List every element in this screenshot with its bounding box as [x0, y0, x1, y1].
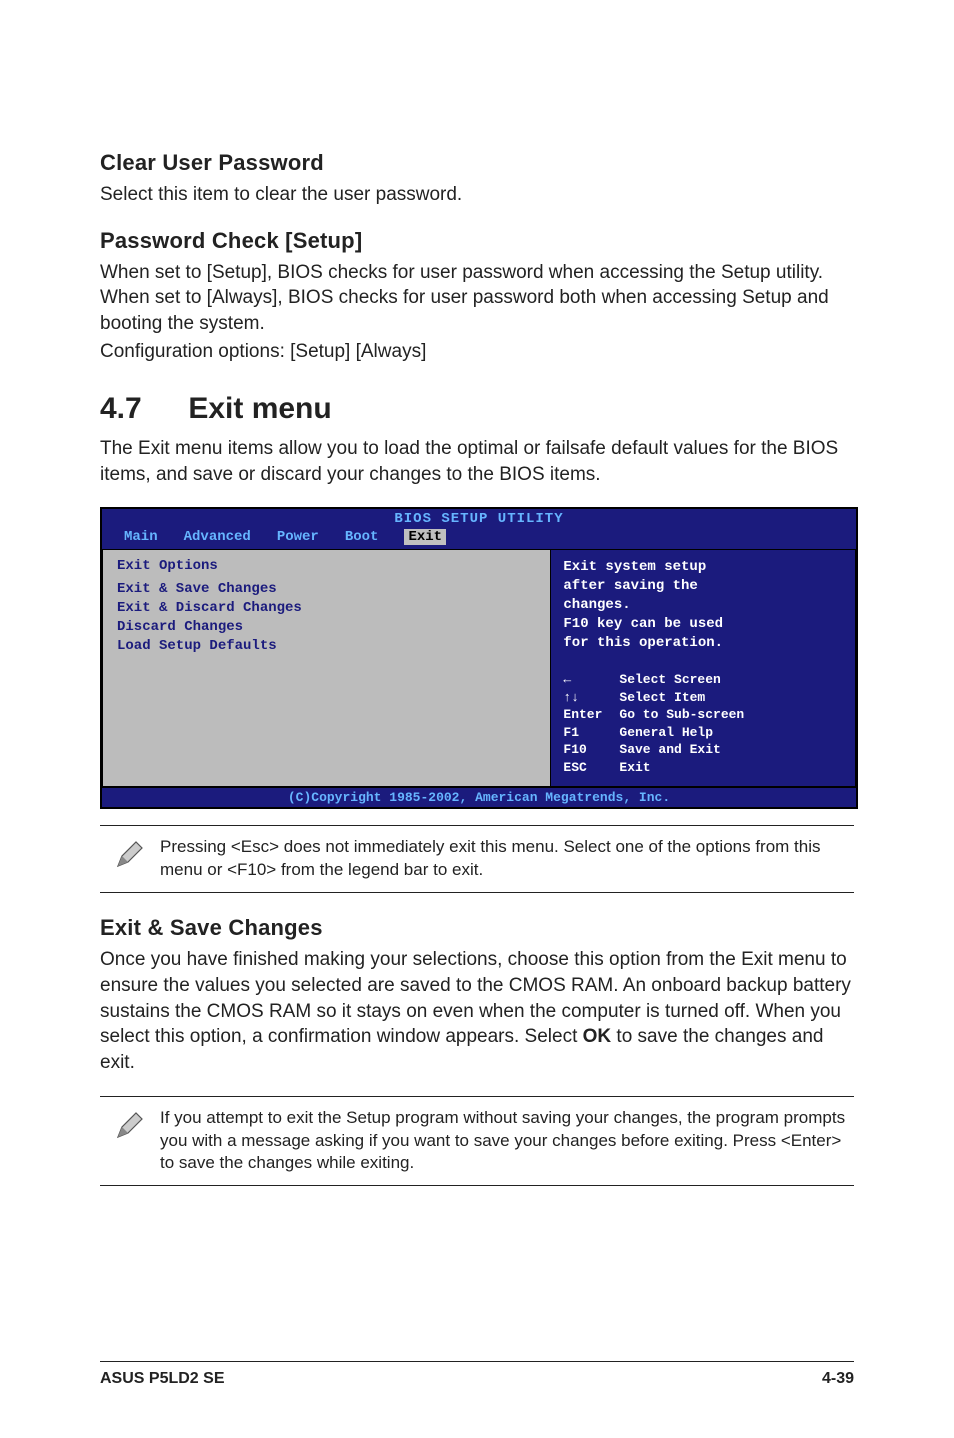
note-save-warning-text: If you attempt to exit the Setup program…: [160, 1107, 854, 1176]
bios-legend-key: F1: [563, 724, 619, 742]
bios-screenshot: BIOS SETUP UTILITY Main Advanced Power B…: [100, 507, 858, 809]
bios-item-exit-save[interactable]: Exit & Save Changes: [117, 580, 536, 599]
bios-legend-key: ↑↓: [563, 689, 619, 707]
bios-legend-val: Select Screen: [619, 671, 720, 689]
bios-tab-advanced[interactable]: Advanced: [184, 529, 251, 545]
heading-exit-save: Exit & Save Changes: [100, 915, 854, 941]
note-esc: Pressing <Esc> does not immediately exit…: [100, 825, 854, 893]
bios-tabs: Main Advanced Power Boot Exit: [102, 527, 856, 549]
bios-tab-main[interactable]: Main: [124, 529, 158, 545]
page-footer: ASUS P5LD2 SE 4-39: [100, 1361, 854, 1388]
bios-hint-line: Exit system setup: [563, 558, 843, 577]
page: Clear User Password Select this item to …: [0, 0, 954, 1438]
note-esc-text: Pressing <Esc> does not immediately exit…: [160, 836, 854, 882]
body-exit-save: Once you have finished making your selec…: [100, 947, 854, 1075]
heading-exit-menu: 4.7 Exit menu: [100, 392, 854, 426]
body-password-check-1: When set to [Setup], BIOS checks for use…: [100, 260, 854, 337]
bios-legend-val: Save and Exit: [619, 741, 720, 759]
bios-legend-key: F10: [563, 741, 619, 759]
bios-hint: Exit system setup after saving the chang…: [563, 558, 843, 652]
bios-exit-options-heading: Exit Options: [117, 558, 536, 574]
body-exit-menu: The Exit menu items allow you to load th…: [100, 436, 854, 487]
section-title: Exit menu: [188, 392, 331, 425]
bios-legend-key: Enter: [563, 706, 619, 724]
bios-hint-line: changes.: [563, 596, 843, 615]
bios-tab-power[interactable]: Power: [277, 529, 319, 545]
ok-bold: OK: [583, 1026, 612, 1047]
footer-right: 4-39: [822, 1370, 854, 1388]
bios-item-load-defaults[interactable]: Load Setup Defaults: [117, 637, 536, 656]
bios-right-pane: Exit system setup after saving the chang…: [550, 549, 856, 787]
bios-left-pane: Exit Options Exit & Save Changes Exit & …: [102, 549, 550, 787]
heading-clear-password: Clear User Password: [100, 150, 854, 176]
bios-tab-exit[interactable]: Exit: [404, 529, 446, 545]
bios-copyright: (C)Copyright 1985-2002, American Megatre…: [102, 787, 856, 807]
bios-legend-val: Select Item: [619, 689, 705, 707]
bios-legend-val: Exit: [619, 759, 650, 777]
bios-legend-key: ESC: [563, 759, 619, 777]
bios-tab-boot[interactable]: Boot: [345, 529, 379, 545]
bios-legend-val: General Help: [619, 724, 713, 742]
bios-legend-val: Go to Sub-screen: [619, 706, 744, 724]
bios-item-exit-discard[interactable]: Exit & Discard Changes: [117, 599, 536, 618]
bios-legend: ←Select Screen ↑↓Select Item EnterGo to …: [563, 671, 843, 776]
pencil-icon: [100, 836, 160, 870]
bios-item-discard[interactable]: Discard Changes: [117, 618, 536, 637]
heading-password-check: Password Check [Setup]: [100, 228, 854, 254]
note-save-warning: If you attempt to exit the Setup program…: [100, 1096, 854, 1187]
section-number: 4.7: [100, 392, 180, 426]
bios-title: BIOS SETUP UTILITY: [102, 509, 856, 527]
pencil-icon: [100, 1107, 160, 1141]
bios-hint-line: after saving the: [563, 577, 843, 596]
body-password-check-2: Configuration options: [Setup] [Always]: [100, 339, 854, 365]
body-clear-password: Select this item to clear the user passw…: [100, 182, 854, 208]
bios-hint-line: for this operation.: [563, 634, 843, 653]
footer-left: ASUS P5LD2 SE: [100, 1370, 224, 1388]
bios-hint-line: F10 key can be used: [563, 615, 843, 634]
bios-legend-key: ←: [563, 671, 619, 689]
